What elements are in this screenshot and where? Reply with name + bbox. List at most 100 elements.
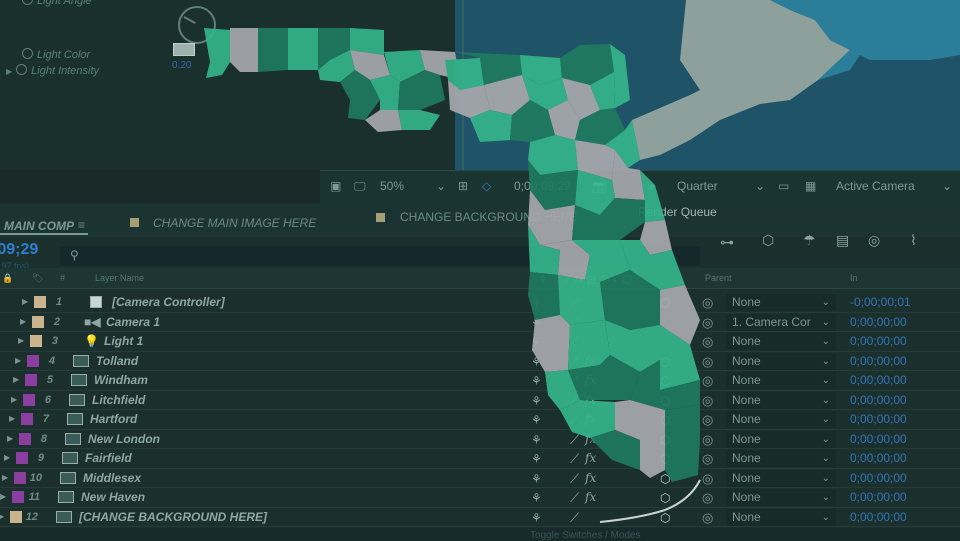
parent-select[interactable]: None ⌄: [726, 352, 836, 370]
camera-snapshot-icon[interactable]: 📷: [592, 179, 607, 193]
3d-layer-switch-icon[interactable]: ⬡: [660, 433, 670, 447]
quality-switch-icon[interactable]: ⟋: [570, 510, 579, 526]
quality-switch-icon[interactable]: ⟋: [570, 432, 579, 448]
parent-select[interactable]: None ⌄: [726, 469, 836, 487]
expand-arrow-icon[interactable]: ▶: [15, 356, 21, 365]
pick-whip-icon[interactable]: ◎: [702, 490, 713, 506]
parent-select[interactable]: None ⌄: [726, 450, 836, 467]
stopwatch-icon[interactable]: [16, 64, 28, 75]
pick-whip-icon[interactable]: ◎: [702, 295, 713, 311]
shy-switch-icon[interactable]: ⚘: [531, 296, 542, 310]
pick-whip-icon[interactable]: ◎: [702, 451, 713, 467]
3d-layer-switch-icon[interactable]: ⬡: [660, 296, 670, 310]
tab-menu-icon[interactable]: ≡: [78, 218, 85, 232]
effects-switch-icon[interactable]: fx: [585, 490, 596, 504]
expand-arrow-icon[interactable]: ▶: [9, 414, 15, 423]
in-point-value[interactable]: 0;00;00;00: [850, 432, 907, 446]
pick-whip-icon[interactable]: ◎: [702, 412, 713, 428]
pick-whip-icon[interactable]: ◎: [702, 315, 713, 331]
expand-arrow-icon[interactable]: ▶: [0, 492, 6, 501]
parent-header[interactable]: Parent: [705, 273, 732, 283]
effects-switch-icon[interactable]: fx: [585, 354, 596, 368]
in-point-value[interactable]: 0;00;00;00: [850, 334, 907, 348]
in-point-value[interactable]: 0;00;00;00: [850, 510, 907, 524]
light-color-swatch[interactable]: [173, 43, 195, 56]
3d-layer-switch-icon[interactable]: ⬡: [660, 394, 670, 408]
layer-row[interactable]: ▶ 4 Tolland ⚘ ⟋ fx ⬡ ◎ None ⌄ 0;00;00;00: [0, 352, 960, 371]
pick-whip-icon[interactable]: ◎: [702, 393, 713, 409]
layer-row[interactable]: ▶ 9 Fairfield ⚘ ⟋ fx ⬡ ◎ None ⌄ 0;00;00;0…: [0, 449, 960, 469]
stopwatch-icon[interactable]: [22, 0, 33, 5]
current-time-indicator[interactable]: 0;00;09;29: [0, 241, 38, 259]
parent-select[interactable]: None ⌄: [726, 489, 836, 506]
layer-row[interactable]: ▶ 12 [CHANGE BACKGROUND HERE] ⚘ ⟋ ⬡ ◎ No…: [0, 508, 960, 527]
expand-arrow-icon[interactable]: ▶: [2, 473, 8, 482]
effects-switch-icon[interactable]: fx: [585, 451, 596, 465]
shy-switch-icon[interactable]: ⚘: [531, 413, 542, 427]
chevron-down-icon[interactable]: ⌄: [942, 179, 952, 193]
always-preview-icon[interactable]: ▣: [330, 179, 341, 193]
in-point-value[interactable]: -0;00;00;01: [850, 295, 911, 309]
expand-arrow-icon[interactable]: ▶: [22, 297, 28, 306]
effects-switch-icon[interactable]: fx: [585, 432, 596, 446]
quality-switch-icon[interactable]: ⟋: [570, 393, 579, 409]
color-channels-icon[interactable]: ●: [648, 179, 655, 193]
zoom-select[interactable]: 50%: [380, 179, 404, 193]
3d-layer-switch-icon[interactable]: ⬡: [660, 472, 670, 486]
in-point-value[interactable]: 0;00;00;00: [850, 451, 907, 465]
layer-row[interactable]: ▶ 10 Middlesex ⚘ ⟋ fx ⬡ ◎ None ⌄ 0;00;00;…: [0, 469, 960, 488]
region-of-interest-icon[interactable]: ▭: [778, 179, 789, 193]
effects-switch-icon[interactable]: fx: [585, 471, 596, 485]
chevron-down-icon[interactable]: ⌄: [436, 179, 446, 193]
light-intensity-value[interactable]: 0.20: [172, 60, 191, 71]
expand-arrow-icon[interactable]: ▶: [0, 512, 4, 521]
layer-name[interactable]: Litchfield: [92, 393, 145, 407]
in-point-value[interactable]: 0;00;00;00: [850, 412, 907, 426]
3d-layer-switch-icon[interactable]: ⬡: [660, 413, 670, 427]
layer-name[interactable]: Middlesex: [83, 471, 141, 485]
tab-change-background[interactable]: CHANGE BACKGROUND HERE: [400, 210, 577, 224]
pick-whip-icon[interactable]: ◎: [702, 471, 713, 487]
in-point-value[interactable]: 0;00;00;00: [850, 393, 907, 407]
parent-select[interactable]: None ⌄: [726, 391, 836, 409]
layer-name[interactable]: [CHANGE BACKGROUND HERE]: [79, 510, 267, 524]
property-light-angle[interactable]: Light Angle: [22, 0, 92, 7]
monitor-icon[interactable]: 🖵: [354, 179, 366, 194]
quality-switch-icon[interactable]: ⟋: [570, 373, 579, 389]
expand-arrow-icon[interactable]: ▶: [6, 67, 12, 76]
effects-switch-icon[interactable]: fx: [585, 412, 596, 426]
tab-render-queue[interactable]: Render Queue: [638, 205, 717, 219]
tab-change-main-image[interactable]: CHANGE MAIN IMAGE HERE: [153, 216, 316, 230]
layer-name[interactable]: Light 1: [104, 334, 143, 348]
layer-name[interactable]: Tolland: [96, 354, 138, 368]
layer-name[interactable]: New Haven: [81, 490, 145, 504]
3d-layer-switch-icon[interactable]: ⬡: [660, 374, 670, 388]
hide-shy-layers-icon[interactable]: ☂: [803, 232, 816, 249]
shy-switch-icon[interactable]: ⚘: [531, 316, 542, 330]
quality-switch-icon[interactable]: ⟋: [570, 295, 579, 311]
shy-switch-icon[interactable]: ⚘: [531, 433, 542, 447]
quality-switch-icon[interactable]: ⟋: [570, 315, 579, 331]
frame-blending-icon[interactable]: ▤: [836, 232, 849, 249]
expand-arrow-icon[interactable]: ▶: [4, 453, 10, 462]
in-point-value[interactable]: 0;00;00;00: [850, 315, 907, 329]
angle-dial[interactable]: [178, 6, 216, 44]
grid-guides-icon[interactable]: ⊞: [458, 179, 468, 193]
in-header[interactable]: In: [850, 273, 858, 283]
layer-row[interactable]: ▶ 11 New Haven ⚘ ⟋ fx ⬡ ◎ None ⌄ 0;00;00;…: [0, 488, 960, 508]
expand-arrow-icon[interactable]: ▶: [20, 317, 26, 326]
label-column-icon[interactable]: 🏷: [32, 273, 43, 284]
layer-search-input[interactable]: ⚲: [60, 246, 700, 266]
chevron-down-icon[interactable]: ⌄: [755, 179, 765, 193]
shy-switch-icon[interactable]: ⚘: [531, 472, 542, 486]
shy-switch-icon[interactable]: ⚘: [531, 335, 542, 349]
mask-visibility-icon[interactable]: ◇: [482, 179, 491, 193]
shy-switch-icon[interactable]: ⚘: [531, 374, 542, 388]
parent-select[interactable]: None ⌄: [726, 430, 836, 448]
parent-select[interactable]: None ⌄: [726, 372, 836, 389]
layer-row[interactable]: ▶ 2 ■◀ Camera 1 ⚘ ⟋ ◎ 1. Camera Cor ⌄ 0;0…: [0, 313, 960, 332]
property-light-intensity[interactable]: ▶ Light Intensity: [6, 64, 99, 77]
quality-switch-icon[interactable]: ⟋: [570, 490, 579, 506]
in-point-value[interactable]: 0;00;00;00: [850, 373, 907, 387]
3d-layer-switch-icon[interactable]: ⬡: [660, 355, 670, 369]
